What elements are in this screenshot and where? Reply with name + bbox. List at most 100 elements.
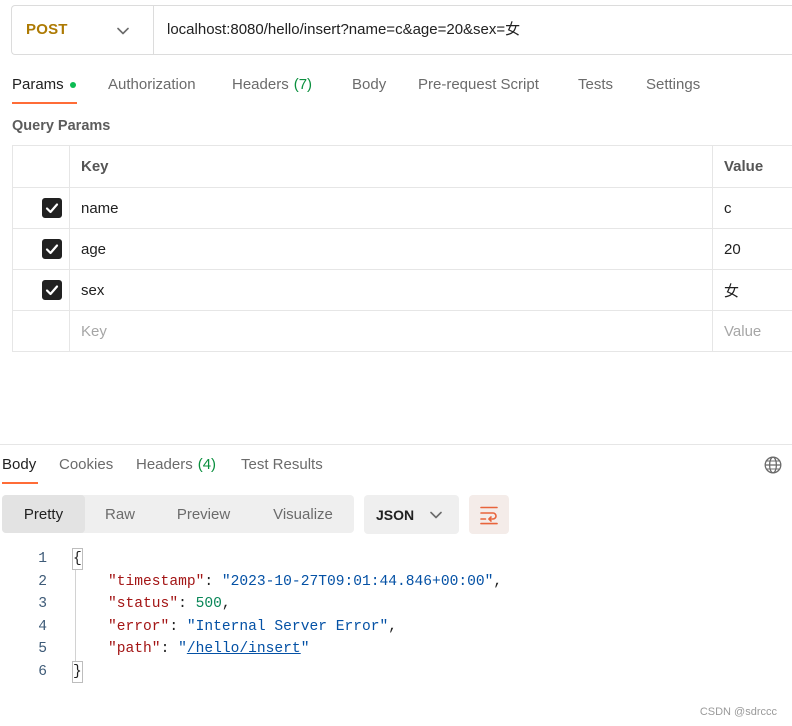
view-mode-pretty[interactable]: Pretty	[2, 495, 85, 533]
watermark: CSDN @sdrccc	[699, 706, 777, 718]
code-line: "timestamp": "2023-10-27T09:01:44.846+00…	[73, 571, 773, 594]
new-param-row: Key Value	[13, 311, 792, 352]
line-number: 3	[38, 596, 47, 613]
row-checkbox-cell	[13, 311, 70, 351]
tab-tests[interactable]: Tests	[578, 75, 613, 95]
json-string-value: "2023-10-27T09:01:44.846+00:00"	[221, 573, 494, 590]
table-header-row: Key Value	[13, 146, 792, 188]
close-brace: }	[73, 663, 82, 680]
query-params-table: Key Value name c age 20 sex 女 Key Value	[12, 145, 792, 352]
line-number-gutter: 1 2 3 4 5 6	[0, 548, 47, 684]
response-headers-count: (4)	[197, 456, 217, 473]
code-line: "status": 500,	[73, 593, 773, 616]
line-number: 2	[38, 573, 47, 590]
tab-label: Headers	[136, 456, 193, 473]
json-path-link[interactable]: /hello/insert	[187, 641, 301, 657]
json-colon: :	[204, 573, 222, 590]
param-enabled-checkbox[interactable]	[42, 239, 62, 259]
response-tab-cookies[interactable]: Cookies	[59, 455, 113, 475]
json-colon: :	[160, 641, 179, 658]
json-string-quote: "	[178, 641, 187, 658]
open-brace: {	[73, 551, 82, 567]
json-string-quote: "	[300, 641, 310, 658]
code-line: }	[73, 661, 773, 684]
param-key-cell[interactable]: sex	[70, 270, 713, 310]
response-pane-divider[interactable]	[0, 444, 792, 445]
url-bar: POST localhost:8080/hello/insert?name=c&…	[11, 5, 792, 55]
checkmark-icon	[45, 285, 59, 296]
param-key-cell[interactable]: name	[70, 188, 713, 228]
view-mode-raw[interactable]: Raw	[85, 495, 155, 533]
json-colon: :	[169, 618, 187, 635]
param-enabled-checkbox[interactable]	[42, 198, 62, 218]
param-value-cell[interactable]: 20	[713, 229, 792, 269]
column-header-value: Value	[724, 158, 764, 175]
table-row: sex 女	[13, 270, 792, 311]
code-line: "path": "/hello/insert"	[73, 638, 773, 661]
globe-icon[interactable]	[764, 456, 782, 474]
line-number: 5	[38, 641, 47, 658]
checkmark-icon	[45, 203, 59, 214]
format-label: JSON	[376, 507, 415, 523]
view-mode-visualize[interactable]: Visualize	[252, 495, 354, 533]
param-value-cell[interactable]: 女	[713, 270, 792, 310]
json-comma: ,	[388, 618, 398, 635]
method-label: POST	[26, 21, 68, 38]
table-row: age 20	[13, 229, 792, 270]
json-string-value: "Internal Server Error"	[186, 618, 389, 635]
url-input[interactable]: localhost:8080/hello/insert?name=c&age=2…	[167, 20, 787, 40]
response-body-viewer[interactable]: 1 2 3 4 5 6 { "timestamp": "2023-10-27T0…	[0, 548, 792, 688]
tab-pre-request-script[interactable]: Pre-request Script	[418, 75, 539, 95]
query-params-title: Query Params	[12, 118, 111, 134]
response-tab-body[interactable]: Body	[2, 455, 36, 475]
json-comma: ,	[493, 573, 503, 590]
response-format-dropdown[interactable]: JSON	[364, 495, 459, 534]
wrap-lines-icon	[480, 506, 498, 525]
header-checkbox-cell	[13, 146, 70, 187]
json-key: "status"	[108, 596, 179, 613]
params-active-indicator	[69, 82, 76, 88]
code-line: "error": "Internal Server Error",	[73, 616, 773, 639]
json-number-value: 500	[195, 596, 222, 613]
tab-params[interactable]: Params	[12, 75, 76, 95]
tab-headers[interactable]: Headers (7)	[232, 75, 312, 95]
response-view-mode-switch: Pretty Raw Preview Visualize	[2, 495, 354, 533]
line-number: 4	[38, 618, 47, 635]
param-value-cell[interactable]: c	[713, 188, 792, 228]
tab-label: Params	[12, 76, 64, 93]
param-key-cell[interactable]: age	[70, 229, 713, 269]
headers-count: (7)	[293, 76, 313, 93]
active-response-tab-underline	[2, 482, 38, 484]
column-header-key: Key	[70, 146, 713, 187]
response-tab-test-results[interactable]: Test Results	[241, 455, 323, 475]
code-line: {	[73, 548, 773, 571]
param-enabled-checkbox[interactable]	[42, 280, 62, 300]
json-key: "timestamp"	[108, 573, 205, 590]
code-lines: { "timestamp": "2023-10-27T09:01:44.846+…	[73, 548, 773, 684]
row-checkbox-cell	[13, 229, 70, 269]
url-divider	[153, 6, 154, 54]
view-mode-preview[interactable]: Preview	[155, 495, 252, 533]
active-tab-underline	[12, 102, 77, 104]
chevron-down-icon	[430, 511, 442, 519]
json-key: "path"	[108, 641, 161, 658]
table-row: name c	[13, 188, 792, 229]
line-number: 6	[38, 663, 47, 680]
checkmark-icon	[45, 244, 59, 255]
response-tab-headers[interactable]: Headers (4)	[136, 455, 216, 475]
new-param-value-input[interactable]: Value	[713, 311, 792, 351]
json-colon: :	[178, 596, 196, 613]
tab-body[interactable]: Body	[352, 75, 386, 95]
chevron-down-icon	[117, 27, 129, 35]
tab-settings[interactable]: Settings	[646, 75, 700, 95]
row-checkbox-cell	[13, 188, 70, 228]
new-param-key-input[interactable]: Key	[70, 311, 713, 351]
json-comma: ,	[221, 596, 231, 613]
wrap-lines-button[interactable]	[469, 495, 509, 534]
row-checkbox-cell	[13, 270, 70, 310]
tab-label: Headers	[232, 76, 289, 93]
postman-request-view: POST localhost:8080/hello/insert?name=c&…	[0, 0, 792, 726]
line-number: 1	[38, 551, 47, 567]
method-dropdown[interactable]: POST	[12, 6, 153, 54]
tab-authorization[interactable]: Authorization	[108, 75, 196, 95]
